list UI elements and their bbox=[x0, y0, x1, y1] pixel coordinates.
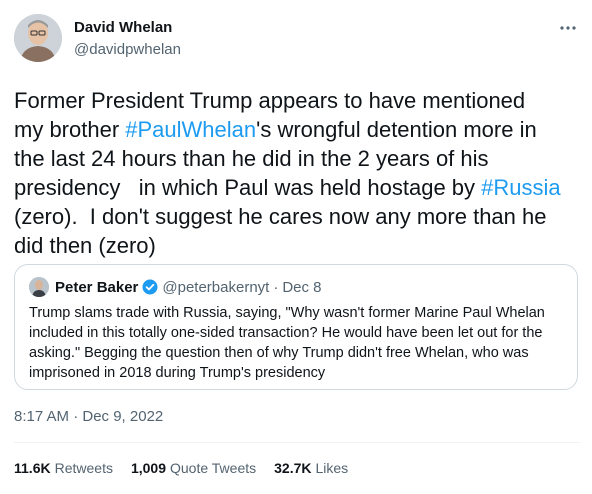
avatar[interactable] bbox=[14, 14, 62, 62]
engagement-stats: 11.6K Retweets 1,009 Quote Tweets 32.7K Lik… bbox=[14, 460, 366, 476]
author-info: David Whelan @davidpwhelan bbox=[74, 18, 181, 60]
retweets-count: 11.6K bbox=[14, 460, 51, 476]
author-handle[interactable]: @davidpwhelan bbox=[74, 40, 181, 60]
quote-author-name: Peter Baker bbox=[55, 278, 139, 296]
hashtag-link[interactable]: #Russia bbox=[481, 175, 560, 200]
more-icon[interactable] bbox=[556, 18, 580, 38]
quote-tweets-count: 1,009 bbox=[130, 460, 166, 476]
quote-tweets-label: Quote Tweets bbox=[170, 460, 257, 476]
likes-stat[interactable]: 32.7K Likes bbox=[274, 460, 348, 476]
hashtag-link[interactable]: #PaulWhelan bbox=[125, 117, 256, 142]
likes-count: 32.7K bbox=[274, 460, 312, 476]
tweet-text-part: (zero). I don't suggest he cares now any… bbox=[14, 204, 547, 258]
retweets-stat[interactable]: 11.6K Retweets bbox=[14, 460, 113, 476]
quote-author-handle: @peterbakernyt bbox=[162, 278, 270, 296]
quote-date: Dec 8 bbox=[282, 278, 322, 296]
quoted-tweet[interactable]: Peter Baker @peterbakernyt · Dec 8 Trump… bbox=[14, 264, 578, 390]
quote-separator: · bbox=[273, 278, 279, 296]
retweets-label: Retweets bbox=[54, 460, 113, 476]
tweet-text: Former President Trump appears to have m… bbox=[14, 86, 580, 260]
quote-avatar bbox=[29, 277, 49, 297]
quote-tweets-stat[interactable]: 1,009 Quote Tweets bbox=[131, 460, 256, 476]
verified-badge-icon bbox=[142, 279, 158, 295]
divider bbox=[14, 442, 580, 443]
likes-label: Likes bbox=[315, 460, 349, 476]
tweet-timestamp[interactable]: 8:17 AM · Dec 9, 2022 bbox=[14, 408, 163, 425]
quote-text: Trump slams trade with Russia, saying, "… bbox=[29, 305, 545, 381]
author-name[interactable]: David Whelan bbox=[74, 18, 181, 38]
quote-header: Peter Baker @peterbakernyt · Dec 8 bbox=[29, 277, 322, 297]
